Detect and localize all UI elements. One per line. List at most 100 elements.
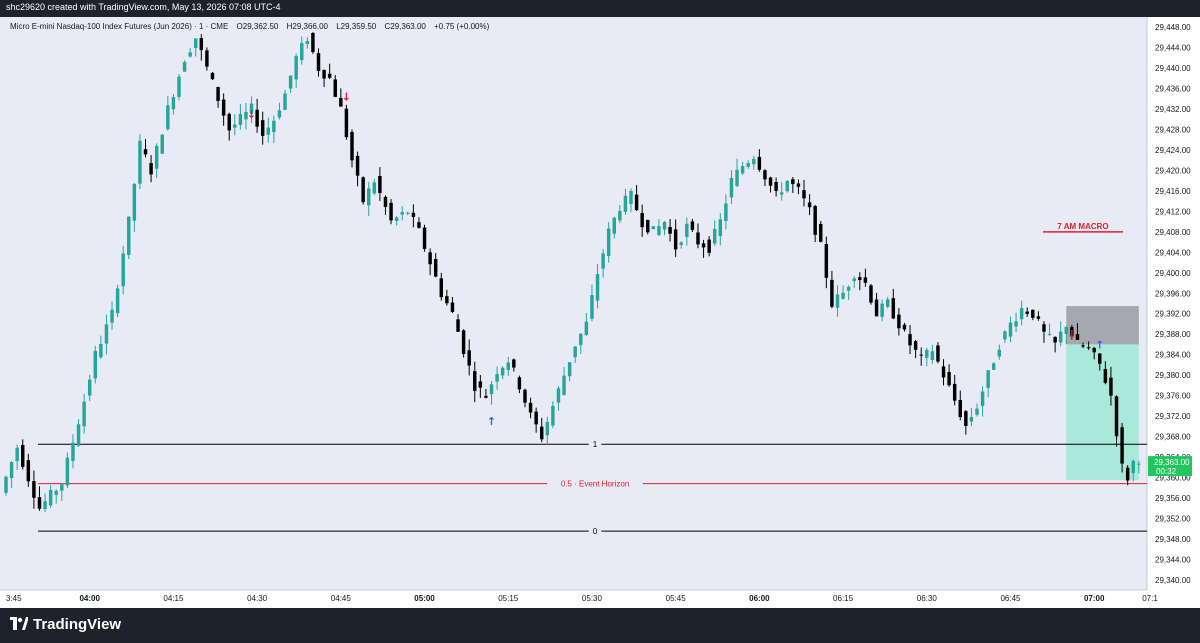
candle-up — [852, 278, 856, 282]
candle-down — [701, 243, 706, 248]
candle-up — [283, 93, 287, 110]
candle-down — [913, 341, 918, 350]
buy-signal-arrow-icon: ↑ — [1095, 338, 1104, 351]
candle-down — [858, 277, 862, 281]
candle-up — [82, 401, 86, 427]
candle-down — [539, 426, 544, 440]
candle-up — [556, 388, 561, 403]
candle-down — [774, 182, 778, 191]
candle-up — [562, 375, 566, 395]
candle-down — [1036, 316, 1041, 319]
time-tick-label: 04:00 — [79, 594, 100, 603]
candle-up — [601, 253, 605, 269]
candle-up — [400, 212, 404, 215]
candle-up — [99, 343, 103, 358]
candle-up — [115, 288, 120, 314]
candle-down — [690, 221, 695, 231]
candle-down — [473, 371, 477, 391]
candle-down — [958, 399, 962, 418]
candle-down — [461, 330, 466, 355]
candle-up — [76, 424, 81, 446]
candle-up — [154, 145, 159, 169]
candle-up — [1008, 322, 1013, 337]
price-axis[interactable] — [1147, 17, 1200, 590]
candle-up — [406, 212, 410, 214]
candle-down — [528, 402, 533, 413]
price-tick-label: 29,400.00 — [1155, 269, 1191, 278]
candle-down — [389, 202, 393, 221]
candle-down — [445, 296, 449, 304]
candle-down — [344, 108, 349, 138]
candle-down — [824, 244, 829, 278]
candle-down — [333, 79, 337, 97]
candle-up — [752, 158, 756, 165]
candle-up — [612, 217, 617, 234]
candle-down — [1109, 377, 1113, 396]
candle-up — [300, 43, 304, 61]
candle-down — [517, 377, 522, 390]
candle-up — [629, 191, 633, 205]
price-tick-label: 29,348.00 — [1155, 535, 1191, 544]
level-label-0: 1 — [593, 440, 598, 449]
candle-up — [685, 223, 689, 237]
candle-up — [551, 405, 555, 426]
candle-up — [9, 462, 14, 479]
candle-up — [194, 38, 198, 48]
price-tick-label: 29,380.00 — [1155, 371, 1191, 380]
candle-up — [238, 114, 243, 125]
candle-up — [233, 124, 237, 128]
candle-down — [378, 175, 382, 194]
footer-bar: TradingView — [0, 608, 1200, 643]
ohlc-high: H29,366.00 — [287, 22, 329, 31]
candle-down — [221, 99, 226, 116]
time-tick-label: 04:30 — [247, 594, 268, 603]
candle-down — [952, 383, 957, 401]
candle-up — [110, 309, 114, 323]
candle-up — [294, 56, 298, 80]
candle-up — [367, 188, 371, 206]
candle-up — [489, 384, 494, 395]
candle-down — [1103, 368, 1108, 383]
candle-up — [272, 120, 276, 133]
time-tick-label: 05:00 — [414, 594, 435, 603]
price-tick-label: 29,416.00 — [1155, 187, 1191, 196]
price-tick-label: 29,372.00 — [1155, 412, 1191, 421]
candle-down — [205, 50, 209, 67]
candle-up — [177, 76, 181, 97]
time-tick-label: 06:30 — [917, 594, 938, 603]
time-tick-label: 3:45 — [6, 594, 22, 603]
price-chart[interactable]: 1 0.5 · Event Horizon 0 ↓ ↓ ↑ ↓ ↑ 7 AM MACRO 2… — [0, 17, 1200, 608]
candle-down — [467, 350, 471, 366]
ohlc-open: O29,362.50 — [237, 22, 279, 31]
candle-down — [1053, 336, 1057, 343]
candle-down — [668, 226, 672, 234]
candle-up — [584, 321, 589, 335]
candle-up — [171, 97, 176, 110]
candle-down — [433, 259, 438, 277]
candle-up — [15, 447, 19, 462]
candle-down — [450, 302, 455, 312]
current-price-label: 29,363.0000:32 — [1148, 456, 1192, 477]
candle-down — [411, 212, 416, 217]
candle-down — [646, 219, 650, 233]
candle-down — [1086, 347, 1091, 349]
ohlc-change: +0.75 (+0.00%) — [434, 22, 489, 31]
candle-down — [796, 183, 801, 187]
tradingview-brand: TradingView — [33, 616, 122, 633]
candle-up — [651, 226, 656, 230]
candle-up — [618, 210, 622, 221]
level-label-2: 0 — [593, 527, 598, 536]
candle-up — [132, 183, 137, 221]
candle-down — [897, 314, 901, 329]
candle-up — [1137, 463, 1141, 465]
time-tick-label: 05:15 — [498, 594, 519, 603]
candle-up — [4, 476, 8, 493]
candle-up — [579, 333, 583, 346]
candle-up — [1058, 331, 1063, 343]
price-tick-label: 29,420.00 — [1155, 166, 1191, 175]
candle-up — [986, 370, 990, 388]
candle-up — [65, 457, 70, 486]
candle-up — [1019, 308, 1024, 320]
candle-up — [1014, 321, 1018, 327]
candle-down — [768, 177, 773, 186]
